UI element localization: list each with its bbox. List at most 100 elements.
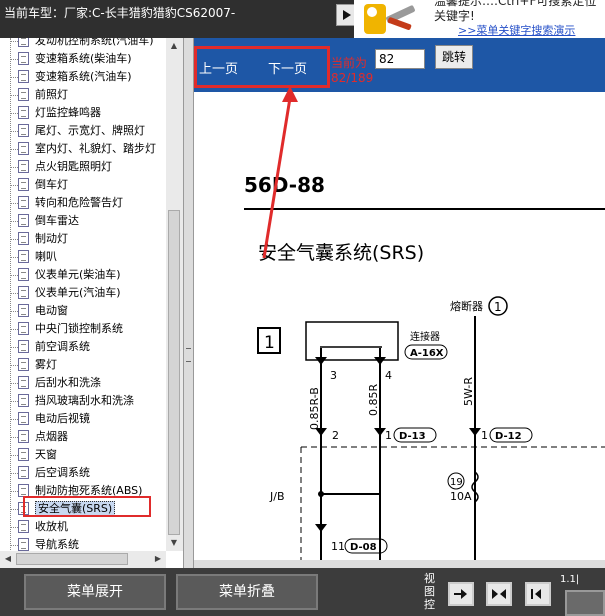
current-page-label: 当前为 (331, 56, 368, 70)
document-icon (18, 357, 29, 371)
tree-branch-line (10, 275, 18, 276)
tree-item[interactable]: 仪表单元(汽油车) (10, 284, 121, 302)
tree-item[interactable]: 挡风玻璃刮水和洗涤 (10, 392, 134, 410)
scroll-up-icon[interactable]: ▲ (166, 38, 182, 54)
corner-button[interactable] (565, 590, 605, 616)
tree-scroll-thumb[interactable] (168, 210, 180, 535)
document-icon (18, 465, 29, 479)
scroll-right-icon[interactable]: ▶ (150, 551, 166, 567)
tree-item[interactable]: 电动窗 (10, 302, 68, 320)
tree-vertical-scrollbar[interactable]: ▲ ▼ (166, 38, 183, 551)
expand-menu-button[interactable]: 菜单展开 (24, 574, 166, 610)
tree-item[interactable]: 变速箱系统(汽油车) (10, 68, 132, 86)
document-icon (18, 213, 29, 227)
tree-item[interactable]: 室内灯、礼貌灯、踏步灯 (10, 140, 156, 158)
tree-branch-line (10, 239, 18, 240)
arrow-left-icon (531, 589, 541, 599)
tree-item[interactable]: 电动后视镜 (10, 410, 90, 428)
help-tip-text: 温馨提示:…Ctrl+F可搜索定位关键字! (434, 0, 597, 23)
tree-item-label: 天窗 (35, 448, 57, 461)
tree-hscroll-thumb[interactable] (16, 553, 128, 565)
connector-outline (305, 321, 399, 361)
tree-branch-line (10, 527, 18, 528)
wire1-label: 0.85R-B (308, 387, 321, 430)
tree-branch-line (10, 509, 18, 510)
diagram-code: 56D-88 (244, 173, 325, 197)
wire2-label: 0.85R (367, 384, 380, 416)
tree-item[interactable]: 倒车灯 (10, 176, 68, 194)
tree-item[interactable]: 转向和危险警告灯 (10, 194, 123, 212)
tools-icon (364, 4, 415, 34)
pane-splitter[interactable] (183, 38, 194, 568)
tree-item-label: 电动后视镜 (35, 412, 90, 425)
tree-item[interactable]: 倒车雷达 (10, 212, 79, 230)
pin3-arrow-icon (315, 357, 327, 365)
bottom-toolbar: 菜单展开 菜单折叠 视图控 1.1| (0, 568, 605, 616)
tree-item[interactable]: 后空调系统 (10, 464, 90, 482)
scroll-left-icon[interactable]: ◀ (0, 551, 16, 567)
tree-item[interactable]: 后刮水和洗涤 (10, 374, 101, 392)
tree-item-label: 点火钥匙照明灯 (35, 160, 112, 173)
tree-item[interactable]: 发动机控制系统(汽油车) (10, 38, 154, 50)
splitter-grip-icon[interactable] (186, 348, 191, 362)
tree-item-label: 倒车灯 (35, 178, 68, 191)
document-icon (18, 123, 29, 137)
tree-branch-line (10, 221, 18, 222)
tree-branch-line (10, 41, 18, 42)
fit-width-icon (492, 589, 506, 599)
document-icon (18, 411, 29, 425)
search-demo-link[interactable]: >>菜单关键字搜索演示 (458, 22, 575, 38)
view-prev-button[interactable] (525, 582, 551, 606)
fuse-19-label: 19 (450, 477, 463, 488)
page-number-input[interactable] (375, 49, 425, 69)
document-scrollbar[interactable] (194, 560, 605, 568)
tree-item[interactable]: 喇叭 (10, 248, 57, 266)
document-icon (18, 429, 29, 443)
tree-item[interactable]: 前照灯 (10, 86, 68, 104)
tree-branch-line (10, 77, 18, 78)
tree-item-label: 前空调系统 (35, 340, 90, 353)
view-fit-button[interactable] (486, 582, 512, 606)
tree-branch-line (10, 437, 18, 438)
document-icon (18, 393, 29, 407)
tree-item-label: 制动灯 (35, 232, 68, 245)
tree-item-label: 变速箱系统(柴油车) (35, 52, 132, 65)
tree-branch-line (10, 59, 18, 60)
collapse-menu-button[interactable]: 菜单折叠 (176, 574, 318, 610)
jump-button[interactable]: 跳转 (435, 45, 473, 69)
tree-item[interactable]: 中央门锁控制系统 (10, 320, 123, 338)
tree-item[interactable]: 尾灯、示宽灯、牌照灯 (10, 122, 145, 140)
tree-item[interactable]: 点烟器 (10, 428, 68, 446)
wire3-label: 5W-R (462, 377, 475, 406)
tree-item-label: 倒车雷达 (35, 214, 79, 227)
document-icon (18, 267, 29, 281)
tree-item[interactable]: 雾灯 (10, 356, 57, 374)
tree-branch-line (10, 113, 18, 114)
tree-branch-line (10, 293, 18, 294)
tree-item[interactable]: 收放机 (10, 518, 68, 536)
tree-item-label: 室内灯、礼貌灯、踏步灯 (35, 142, 156, 155)
scroll-down-icon[interactable]: ▼ (166, 535, 182, 551)
document-icon (18, 321, 29, 335)
pin11-label: 11 (331, 540, 345, 553)
tree-item[interactable]: 仪表单元(柴油车) (10, 266, 121, 284)
view-next-button[interactable] (448, 582, 474, 606)
tree-horizontal-scrollbar[interactable]: ◀ ▶ (0, 551, 166, 568)
tree-branch-line (10, 257, 18, 258)
tree-item[interactable]: 制动灯 (10, 230, 68, 248)
document-icon (18, 105, 29, 119)
view-control-label: 视图控 (424, 572, 435, 611)
document-icon (18, 195, 29, 209)
tree-item[interactable]: 灯监控蜂鸣器 (10, 104, 101, 122)
tree-branch-line (10, 167, 18, 168)
tree-item[interactable]: 前空调系统 (10, 338, 90, 356)
tree-item[interactable]: 点火钥匙照明灯 (10, 158, 112, 176)
arrow-right-icon (343, 10, 351, 20)
tree-item-label: 点烟器 (35, 430, 68, 443)
pin4-arrow-icon (374, 357, 386, 365)
tree-item[interactable]: 天窗 (10, 446, 57, 464)
tree-item[interactable]: 变速箱系统(柴油车) (10, 50, 132, 68)
tree-item-label: 后刮水和洗涤 (35, 376, 101, 389)
document-icon (18, 519, 29, 533)
tree-branch-line (10, 329, 18, 330)
